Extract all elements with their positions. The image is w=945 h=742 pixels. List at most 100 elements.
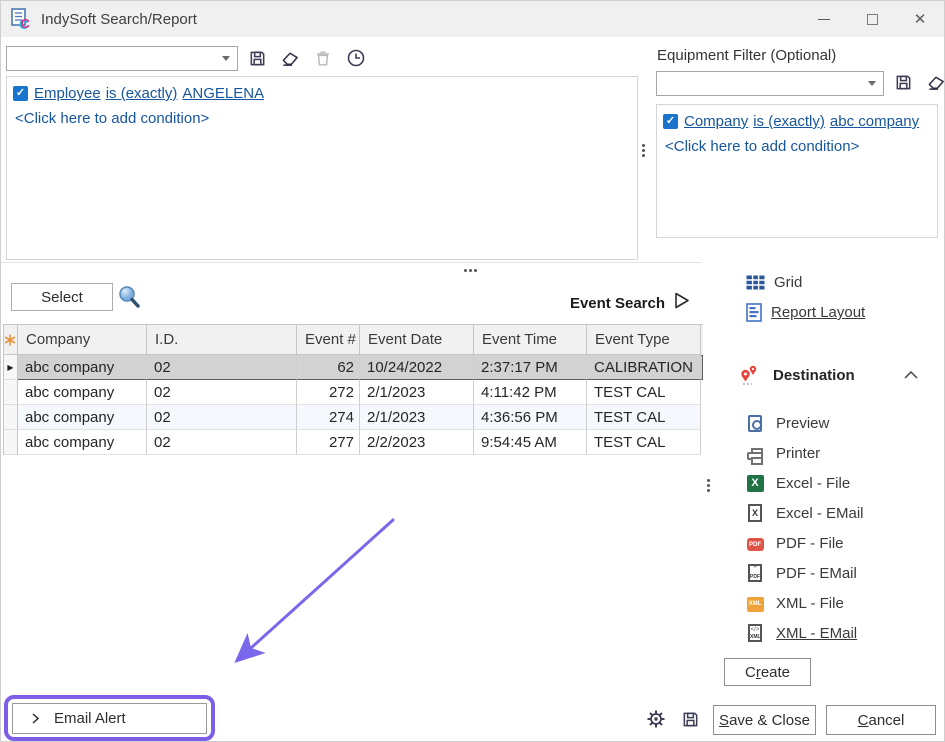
map-pins-icon xyxy=(739,364,765,386)
filter-history-button[interactable] xyxy=(346,48,366,68)
equipment-filter-preset-combo[interactable] xyxy=(656,71,884,96)
eraser-icon xyxy=(280,49,300,68)
table-header-cells: CompanyI.D.Event #Event DateEvent TimeEv… xyxy=(18,325,701,355)
add-condition-link[interactable]: <Click here to add condition> xyxy=(663,134,931,159)
chevron-down-icon[interactable] xyxy=(215,56,237,61)
history-clock-icon xyxy=(346,48,366,68)
panel-splitter-handle[interactable] xyxy=(642,144,645,157)
chevron-down-icon[interactable] xyxy=(861,81,883,86)
horizontal-divider xyxy=(1,262,701,263)
eraser-icon xyxy=(926,73,945,92)
table-cell: abc company xyxy=(18,380,147,405)
row-selector-header xyxy=(4,325,18,355)
condition-field-link[interactable]: Employee xyxy=(34,85,101,102)
grid-icon xyxy=(746,275,765,290)
select-button[interactable]: Select xyxy=(11,283,113,311)
horizontal-splitter-handle[interactable] xyxy=(464,269,477,272)
gear-icon xyxy=(646,709,666,729)
table-cell: 62 xyxy=(297,355,360,380)
xml-file-icon xyxy=(747,597,764,612)
condition-operator-link[interactable]: is (exactly) xyxy=(106,85,178,102)
destination-item-label: XML - EMail xyxy=(776,625,857,642)
save-settings-button[interactable] xyxy=(680,709,700,729)
condition-operator-link[interactable]: is (exactly) xyxy=(753,113,825,130)
save-filter-button[interactable] xyxy=(247,48,267,68)
destination-item-pdf-email[interactable]: PDF - EMail xyxy=(745,558,864,588)
trash-icon xyxy=(314,49,332,68)
indysoft-search-report-window: C C IndySoft Search/Report ✕ ✓ xyxy=(0,0,945,742)
table-header-row: CompanyI.D.Event #Event DateEvent TimeEv… xyxy=(4,325,703,355)
report-filter-preset-combo[interactable] xyxy=(6,46,238,71)
clear-equipment-filter-button[interactable] xyxy=(926,72,945,92)
cancel-button[interactable]: Cancel xyxy=(826,705,936,735)
close-button[interactable]: ✕ xyxy=(896,1,944,37)
condition-value-link[interactable]: abc company xyxy=(830,113,919,130)
maximize-icon xyxy=(867,14,878,25)
asterisk-icon xyxy=(4,334,16,346)
destination-item-xml-file[interactable]: XML - File xyxy=(745,588,864,618)
row-selector-cell xyxy=(4,430,18,455)
destination-list: PreviewPrinterExcel - FileExcel - EMailP… xyxy=(745,408,864,648)
pdf-file-icon xyxy=(747,538,764,551)
minimize-button[interactable] xyxy=(800,1,848,37)
table-row[interactable]: abc company022772/2/20239:54:45 AMTEST C… xyxy=(4,430,703,455)
destination-section-header[interactable]: Destination xyxy=(739,364,919,386)
table-row[interactable]: abc company022742/1/20234:36:56 PMTEST C… xyxy=(4,405,703,430)
chevron-up-icon[interactable] xyxy=(903,370,919,380)
column-header[interactable]: Company xyxy=(18,325,147,355)
clear-filter-button[interactable] xyxy=(280,48,300,68)
excel-email-icon xyxy=(748,504,762,522)
table-cell: 02 xyxy=(147,430,297,455)
table-cell: 02 xyxy=(147,380,297,405)
settings-button[interactable] xyxy=(646,709,666,729)
table-row[interactable]: abc company022722/1/20234:11:42 PMTEST C… xyxy=(4,380,703,405)
condition-checkbox[interactable]: ✓ xyxy=(13,86,28,101)
event-search-label: Event Search xyxy=(541,295,665,312)
save-icon xyxy=(248,49,267,68)
save-and-close-button[interactable]: Save & Close xyxy=(713,705,816,735)
delete-filter-button[interactable] xyxy=(313,48,333,68)
create-button[interactable]: Create xyxy=(724,658,811,686)
close-icon: ✕ xyxy=(914,10,927,28)
table-cell: 2/1/2023 xyxy=(360,405,474,430)
output-report-layout-item[interactable]: Report Layout xyxy=(746,303,865,322)
destination-item-printer[interactable]: Printer xyxy=(745,438,864,468)
table-cell: 277 xyxy=(297,430,360,455)
column-header[interactable]: I.D. xyxy=(147,325,297,355)
column-header[interactable]: Event # xyxy=(297,325,360,355)
magnifier-icon[interactable] xyxy=(116,284,142,315)
preview-icon xyxy=(748,415,762,432)
report-layout-icon xyxy=(746,303,762,322)
table-cell: abc company xyxy=(18,430,147,455)
table-cell: TEST CAL xyxy=(587,380,701,405)
svg-text:C: C xyxy=(21,16,31,31)
condition-field-link[interactable]: Company xyxy=(684,113,748,130)
column-header[interactable]: Event Type xyxy=(587,325,701,355)
condition-value-link[interactable]: ANGELENA xyxy=(182,85,264,102)
save-equipment-filter-button[interactable] xyxy=(893,72,913,92)
column-header[interactable]: Event Date xyxy=(360,325,474,355)
save-icon xyxy=(681,710,700,729)
destination-item-preview[interactable]: Preview xyxy=(745,408,864,438)
row-selector-cell xyxy=(4,380,18,405)
maximize-button[interactable] xyxy=(848,1,896,37)
destination-item-xml-email[interactable]: XML - EMail xyxy=(745,618,864,648)
play-icon[interactable] xyxy=(673,291,691,315)
table-cell: abc company xyxy=(18,355,147,380)
table-cell: 10/24/2022 xyxy=(360,355,474,380)
output-grid-item[interactable]: Grid xyxy=(746,274,802,291)
window-title: IndySoft Search/Report xyxy=(41,11,197,28)
condition-checkbox[interactable]: ✓ xyxy=(663,114,678,129)
table-row[interactable]: ▶abc company026210/24/20222:37:17 PMCALI… xyxy=(4,355,703,380)
titlebar: C C IndySoft Search/Report ✕ xyxy=(1,1,944,37)
equipment-filter-label: Equipment Filter (Optional) xyxy=(657,47,836,64)
destination-item-excel-email[interactable]: Excel - EMail xyxy=(745,498,864,528)
column-header[interactable]: Event Time xyxy=(474,325,587,355)
table-cell: CALIBRATION xyxy=(587,355,701,380)
add-condition-link[interactable]: <Click here to add condition> xyxy=(13,106,631,131)
destination-item-excel-file[interactable]: Excel - File xyxy=(745,468,864,498)
report-layout-label: Report Layout xyxy=(771,304,865,321)
results-splitter-handle[interactable] xyxy=(707,479,710,492)
destination-item-pdf-file[interactable]: PDF - File xyxy=(745,528,864,558)
table-cell: 4:11:42 PM xyxy=(474,380,587,405)
